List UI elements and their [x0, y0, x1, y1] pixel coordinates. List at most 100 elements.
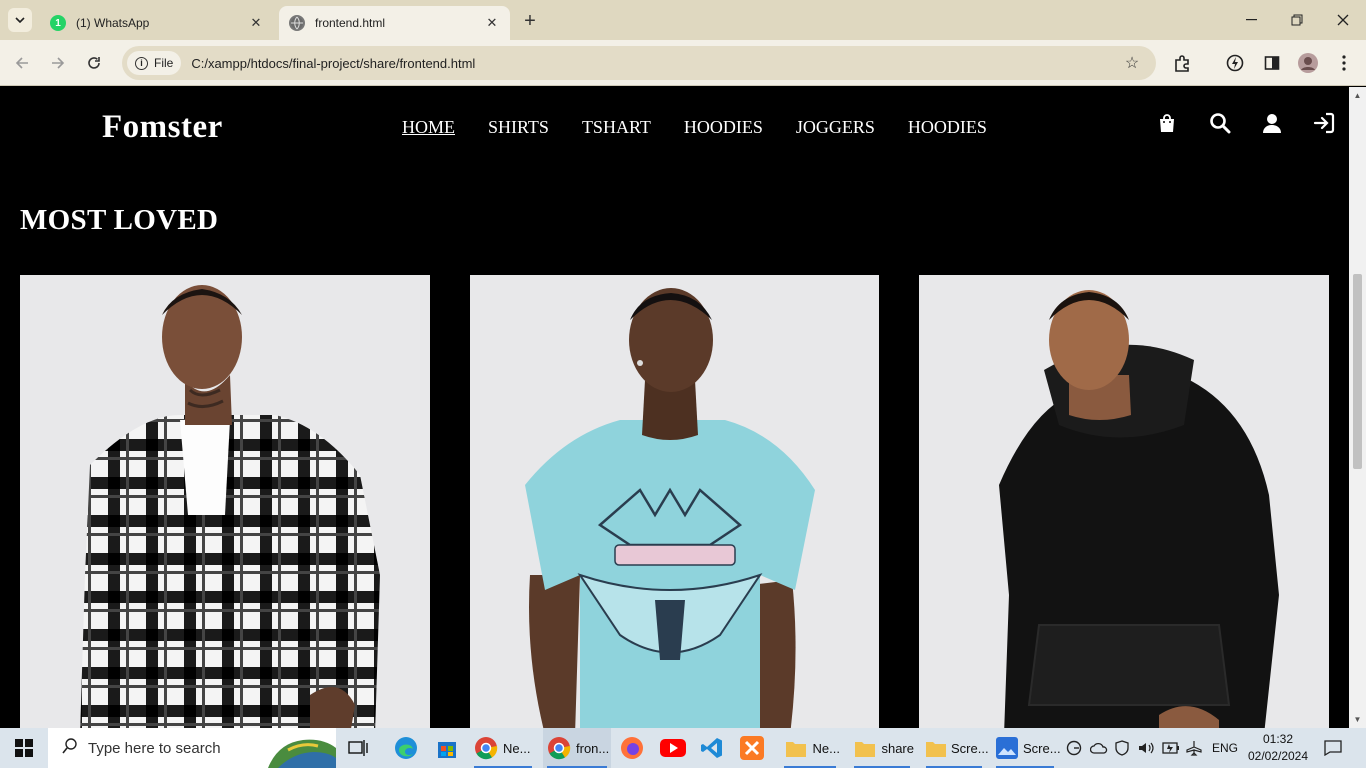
scroll-up-icon[interactable]: ▲ — [1349, 87, 1366, 104]
nav-tshart[interactable]: TSHART — [582, 117, 651, 138]
language-indicator[interactable]: ENG — [1212, 728, 1238, 768]
section-title-light: MOST — [20, 204, 114, 236]
folder-icon — [784, 736, 808, 760]
reload-icon[interactable] — [82, 51, 106, 75]
minimize-icon[interactable] — [1228, 0, 1274, 40]
search-icon — [62, 737, 78, 759]
whatsapp-icon: 1 — [50, 15, 66, 31]
bookmark-star-icon[interactable]: ☆ — [1120, 53, 1144, 73]
site-header: Fomster HOME SHIRTS TSHART HOODIES JOGGE… — [0, 87, 1349, 167]
nav-hoodies-2[interactable]: HOODIES — [908, 117, 987, 138]
nav-shirts[interactable]: SHIRTS — [488, 117, 549, 138]
nav-hoodies[interactable]: HOODIES — [684, 117, 763, 138]
shopping-bag-icon[interactable] — [1155, 111, 1179, 135]
store-icon[interactable] — [435, 728, 459, 768]
new-tab-button[interactable]: + — [518, 9, 542, 33]
product-image — [999, 290, 1279, 728]
taskbar-app-label: Ne... — [503, 740, 531, 756]
search-highlight-image — [268, 739, 336, 768]
notifications-icon[interactable] — [1324, 728, 1342, 768]
extensions-icon[interactable] — [1170, 51, 1194, 75]
tab-title: (1) WhatsApp — [76, 16, 150, 30]
battery-icon[interactable] — [1162, 728, 1180, 768]
taskbar-folder-share[interactable]: share — [850, 728, 914, 768]
forward-icon[interactable] — [46, 51, 70, 75]
section-title-bold: LOVED — [113, 204, 219, 236]
taskbar-search[interactable]: Type here to search — [48, 728, 336, 768]
edge-icon[interactable] — [394, 728, 418, 768]
clock-date: 02/02/2024 — [1247, 749, 1309, 763]
globe-icon — [289, 15, 305, 31]
taskbar-app-label: fron... — [576, 740, 610, 756]
close-tab-icon[interactable]: ✕ — [248, 15, 264, 31]
url-text[interactable]: C:/xampp/htdocs/final-project/share/fron… — [191, 56, 1120, 71]
taskbar-app-label: Scre... — [1023, 740, 1061, 756]
windows-icon — [15, 739, 33, 757]
user-icon[interactable] — [1260, 111, 1284, 135]
side-panel-icon[interactable] — [1260, 51, 1284, 75]
site-info-chip[interactable]: i File — [127, 51, 182, 75]
performance-icon[interactable] — [1223, 51, 1247, 75]
taskbar-app-label: Ne... — [812, 740, 840, 756]
clock-time: 01:32 — [1262, 732, 1294, 746]
back-icon[interactable] — [10, 51, 34, 75]
tab-frontend[interactable]: frontend.html ✕ — [279, 6, 510, 40]
product-image — [80, 285, 380, 728]
taskbar-chrome-window-1[interactable]: Ne... — [470, 728, 536, 768]
taskbar-app-label: share — [881, 740, 914, 756]
scroll-down-icon[interactable]: ▼ — [1349, 711, 1366, 728]
google-tray-icon[interactable] — [1066, 728, 1082, 768]
folder-icon — [854, 736, 876, 760]
vscode-icon[interactable] — [700, 728, 724, 768]
airplane-mode-icon[interactable] — [1186, 728, 1202, 768]
tab-title: frontend.html — [315, 16, 386, 30]
site-info-label: File — [154, 56, 174, 70]
more-menu-icon[interactable] — [1332, 51, 1356, 75]
chrome-icon — [547, 736, 571, 760]
product-card-plaid-shirt[interactable] — [20, 275, 430, 728]
security-icon[interactable] — [1114, 728, 1130, 768]
login-icon[interactable] — [1312, 111, 1336, 135]
profile-avatar[interactable] — [1296, 51, 1320, 75]
windows-taskbar: Type here to search Ne... fron... Ne... — [0, 728, 1366, 768]
chrome-icon — [474, 736, 498, 760]
search-icon[interactable] — [1208, 111, 1232, 135]
close-tab-icon[interactable]: ✕ — [484, 15, 500, 31]
chevron-down-icon — [15, 17, 25, 23]
page-viewport: Fomster HOME SHIRTS TSHART HOODIES JOGGE… — [0, 87, 1366, 728]
nav-joggers[interactable]: JOGGERS — [796, 117, 875, 138]
info-icon: i — [135, 56, 148, 70]
browser-tab-bar: 1 (1) WhatsApp ✕ frontend.html ✕ + — [0, 0, 1366, 40]
taskbar-chrome-window-2[interactable]: fron... — [543, 728, 611, 768]
tab-whatsapp[interactable]: 1 (1) WhatsApp ✕ — [40, 6, 274, 40]
site-logo[interactable]: Fomster — [102, 109, 223, 146]
taskbar-photos-screenshot[interactable]: Scre... — [992, 728, 1061, 768]
nav-home[interactable]: HOME — [402, 117, 455, 138]
photos-icon — [996, 736, 1018, 760]
product-card-black-hoodie[interactable] — [919, 275, 1329, 728]
address-bar[interactable]: i File C:/xampp/htdocs/final-project/sha… — [122, 46, 1156, 80]
page-scrollbar[interactable]: ▲ ▼ — [1349, 87, 1366, 728]
section-title: MOST LOVED — [20, 204, 218, 237]
main-nav: HOME SHIRTS TSHART HOODIES JOGGERS HOODI… — [402, 117, 1020, 138]
folder-icon — [926, 736, 946, 760]
tab-search-button[interactable] — [8, 8, 32, 32]
scrollbar-thumb[interactable] — [1353, 274, 1362, 469]
xampp-icon[interactable] — [740, 728, 764, 768]
taskbar-app-label: Scre... — [951, 740, 989, 756]
taskbar-folder-screenshots[interactable]: Scre... — [922, 728, 989, 768]
taskbar-search-placeholder: Type here to search — [88, 739, 221, 757]
taskbar-clock[interactable]: 01:32 02/02/2024 — [1243, 731, 1313, 765]
firefox-icon[interactable] — [620, 728, 644, 768]
close-window-icon[interactable] — [1320, 0, 1366, 40]
restore-icon[interactable] — [1274, 0, 1320, 40]
taskbar-folder-ne[interactable]: Ne... — [780, 728, 840, 768]
volume-icon[interactable] — [1138, 728, 1154, 768]
product-image — [525, 288, 815, 728]
browser-toolbar: i File C:/xampp/htdocs/final-project/sha… — [0, 40, 1366, 86]
onedrive-icon[interactable] — [1090, 728, 1108, 768]
task-view-icon[interactable] — [348, 728, 370, 768]
product-card-graphic-tee[interactable] — [470, 275, 879, 728]
youtube-icon[interactable] — [660, 728, 686, 768]
start-button[interactable] — [0, 728, 48, 768]
